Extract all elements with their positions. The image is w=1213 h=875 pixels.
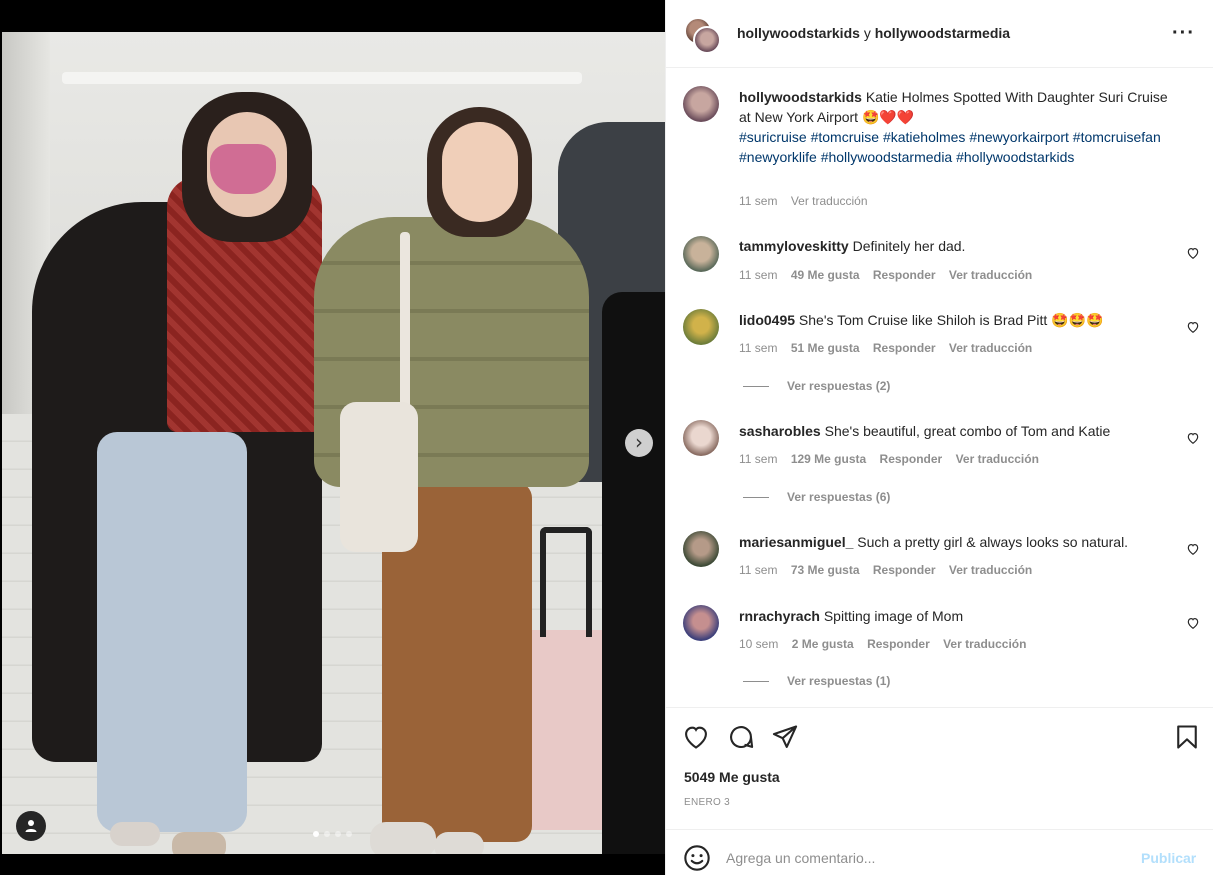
more-options-button[interactable]: ···	[1172, 22, 1195, 45]
author-connector: y	[863, 25, 871, 41]
comment-meta: 11 sem 73 Me gusta Responder Ver traducc…	[739, 563, 1042, 577]
carousel-next-button[interactable]: ›	[625, 429, 653, 457]
view-replies-label: Ver respuestas (2)	[787, 379, 891, 393]
paper-plane-icon[interactable]	[771, 723, 799, 751]
comment-likes[interactable]: 73 Me gusta	[791, 563, 860, 577]
comment-likes[interactable]: 49 Me gusta	[791, 268, 860, 282]
avatar[interactable]	[683, 86, 719, 122]
collab-avatars[interactable]	[684, 17, 722, 55]
comment-username[interactable]: lido0495	[739, 312, 795, 328]
reply-button[interactable]: Responder	[873, 268, 936, 282]
translate-button[interactable]: Ver traducción	[956, 452, 1039, 466]
reply-button[interactable]: Responder	[873, 341, 936, 355]
author-link[interactable]: hollywoodstarkids	[737, 25, 860, 41]
post-date: ENERO 3	[684, 797, 731, 808]
comment-text: lido0495 She's Tom Cruise like Shiloh is…	[739, 310, 1179, 330]
comment-text: rnrachyrach Spitting image of Mom	[739, 606, 1179, 626]
view-replies-button[interactable]: Ver respuestas (1)	[743, 674, 890, 688]
comment-composer: Publicar	[666, 829, 1213, 875]
post-actions: 5049 Me gusta ENERO 3	[666, 707, 1213, 829]
comment-likes[interactable]: 51 Me gusta	[791, 341, 860, 355]
chevron-right-icon: ›	[635, 430, 643, 454]
instagram-post-modal: › hollywoodstarkids y hollywoodstarmedia…	[0, 0, 1213, 875]
view-replies-label: Ver respuestas (6)	[787, 490, 891, 504]
post-media: ›	[0, 0, 665, 875]
avatar[interactable]	[683, 236, 719, 272]
comment-meta: 10 sem 2 Me gusta Responder Ver traducci…	[739, 637, 1036, 651]
reply-button[interactable]: Responder	[880, 452, 943, 466]
tagged-users-button[interactable]	[16, 811, 46, 841]
heart-icon[interactable]	[1186, 246, 1200, 260]
heart-icon[interactable]	[1186, 542, 1200, 556]
avatar[interactable]	[683, 605, 719, 641]
comment-time: 11 sem	[739, 341, 778, 355]
comment-time: 11 sem	[739, 268, 778, 282]
view-replies-label: Ver respuestas (1)	[787, 674, 891, 688]
user-tag-icon	[25, 820, 37, 832]
avatar	[693, 26, 721, 54]
bookmark-icon[interactable]	[1173, 723, 1201, 751]
comment-meta: 11 sem 51 Me gusta Responder Ver traducc…	[739, 341, 1042, 355]
comment-likes[interactable]: 129 Me gusta	[791, 452, 866, 466]
avatar[interactable]	[683, 531, 719, 567]
smiley-icon[interactable]	[683, 844, 711, 872]
caption-username[interactable]: hollywoodstarkids	[739, 89, 862, 105]
caption-time: 11 sem	[739, 194, 778, 208]
post-caption: hollywoodstarkids Katie Holmes Spotted W…	[739, 87, 1179, 167]
translate-button[interactable]: Ver traducción	[949, 341, 1032, 355]
carousel-dot	[335, 831, 341, 837]
publish-button[interactable]: Publicar	[1141, 850, 1196, 866]
comment-text: sasharobles She's beautiful, great combo…	[739, 421, 1179, 441]
avatar[interactable]	[683, 420, 719, 456]
comment-body: Such a pretty girl & always looks so nat…	[857, 534, 1129, 550]
like-count[interactable]: 5049 Me gusta	[684, 769, 780, 785]
translate-button[interactable]: Ver traducción	[791, 194, 868, 208]
heart-icon[interactable]	[1186, 431, 1200, 445]
carousel-indicator	[313, 831, 352, 837]
comment-time: 11 sem	[739, 452, 778, 466]
comment-body: She's beautiful, great combo of Tom and …	[824, 423, 1111, 439]
carousel-dot	[346, 831, 352, 837]
comment-time: 10 sem	[739, 637, 779, 651]
comments-list: hollywoodstarkids Katie Holmes Spotted W…	[666, 69, 1213, 706]
reply-button[interactable]: Responder	[867, 637, 930, 651]
post-authors: hollywoodstarkids y hollywoodstarmedia	[737, 25, 1010, 41]
reply-button[interactable]: Responder	[873, 563, 936, 577]
translate-button[interactable]: Ver traducción	[943, 637, 1026, 651]
comment-username[interactable]: mariesanmiguel_	[739, 534, 853, 550]
post-header: hollywoodstarkids y hollywoodstarmedia ·…	[666, 0, 1213, 68]
carousel-dot	[324, 831, 330, 837]
heart-icon[interactable]	[682, 723, 710, 751]
comment-username[interactable]: tammyloveskitty	[739, 238, 849, 254]
comment-input[interactable]	[726, 844, 1126, 872]
carousel-dot	[313, 831, 319, 837]
more-horizontal-icon: ···	[1172, 22, 1195, 44]
caption-meta: 11 sem Ver traducción	[739, 194, 878, 208]
comment-time: 11 sem	[739, 563, 778, 577]
comment-meta: 11 sem 129 Me gusta Responder Ver traduc…	[739, 452, 1049, 466]
author-link[interactable]: hollywoodstarmedia	[875, 25, 1010, 41]
comment-body: She's Tom Cruise like Shiloh is Brad Pit…	[798, 312, 1104, 328]
comment-likes[interactable]: 2 Me gusta	[792, 637, 854, 651]
translate-button[interactable]: Ver traducción	[949, 268, 1032, 282]
translate-button[interactable]: Ver traducción	[949, 563, 1032, 577]
comment-body: Definitely her dad.	[852, 238, 966, 254]
caption-hashtags[interactable]: #suricruise #tomcruise #katieholmes #new…	[739, 127, 1179, 167]
heart-icon[interactable]	[1186, 320, 1200, 334]
comment-meta: 11 sem 49 Me gusta Responder Ver traducc…	[739, 268, 1042, 282]
comment-username[interactable]: sasharobles	[739, 423, 821, 439]
post-sidebar: hollywoodstarkids y hollywoodstarmedia ·…	[665, 0, 1213, 875]
comment-username[interactable]: rnrachyrach	[739, 608, 820, 624]
view-replies-button[interactable]: Ver respuestas (2)	[743, 379, 890, 393]
comment-text: mariesanmiguel_ Such a pretty girl & alw…	[739, 532, 1179, 552]
comment-text: tammyloveskitty Definitely her dad.	[739, 236, 1179, 256]
heart-icon[interactable]	[1186, 616, 1200, 630]
post-photo	[2, 32, 665, 854]
comment-bubble-icon[interactable]	[727, 723, 755, 751]
comment-body: Spitting image of Mom	[823, 608, 964, 624]
view-replies-button[interactable]: Ver respuestas (6)	[743, 490, 890, 504]
avatar[interactable]	[683, 309, 719, 345]
